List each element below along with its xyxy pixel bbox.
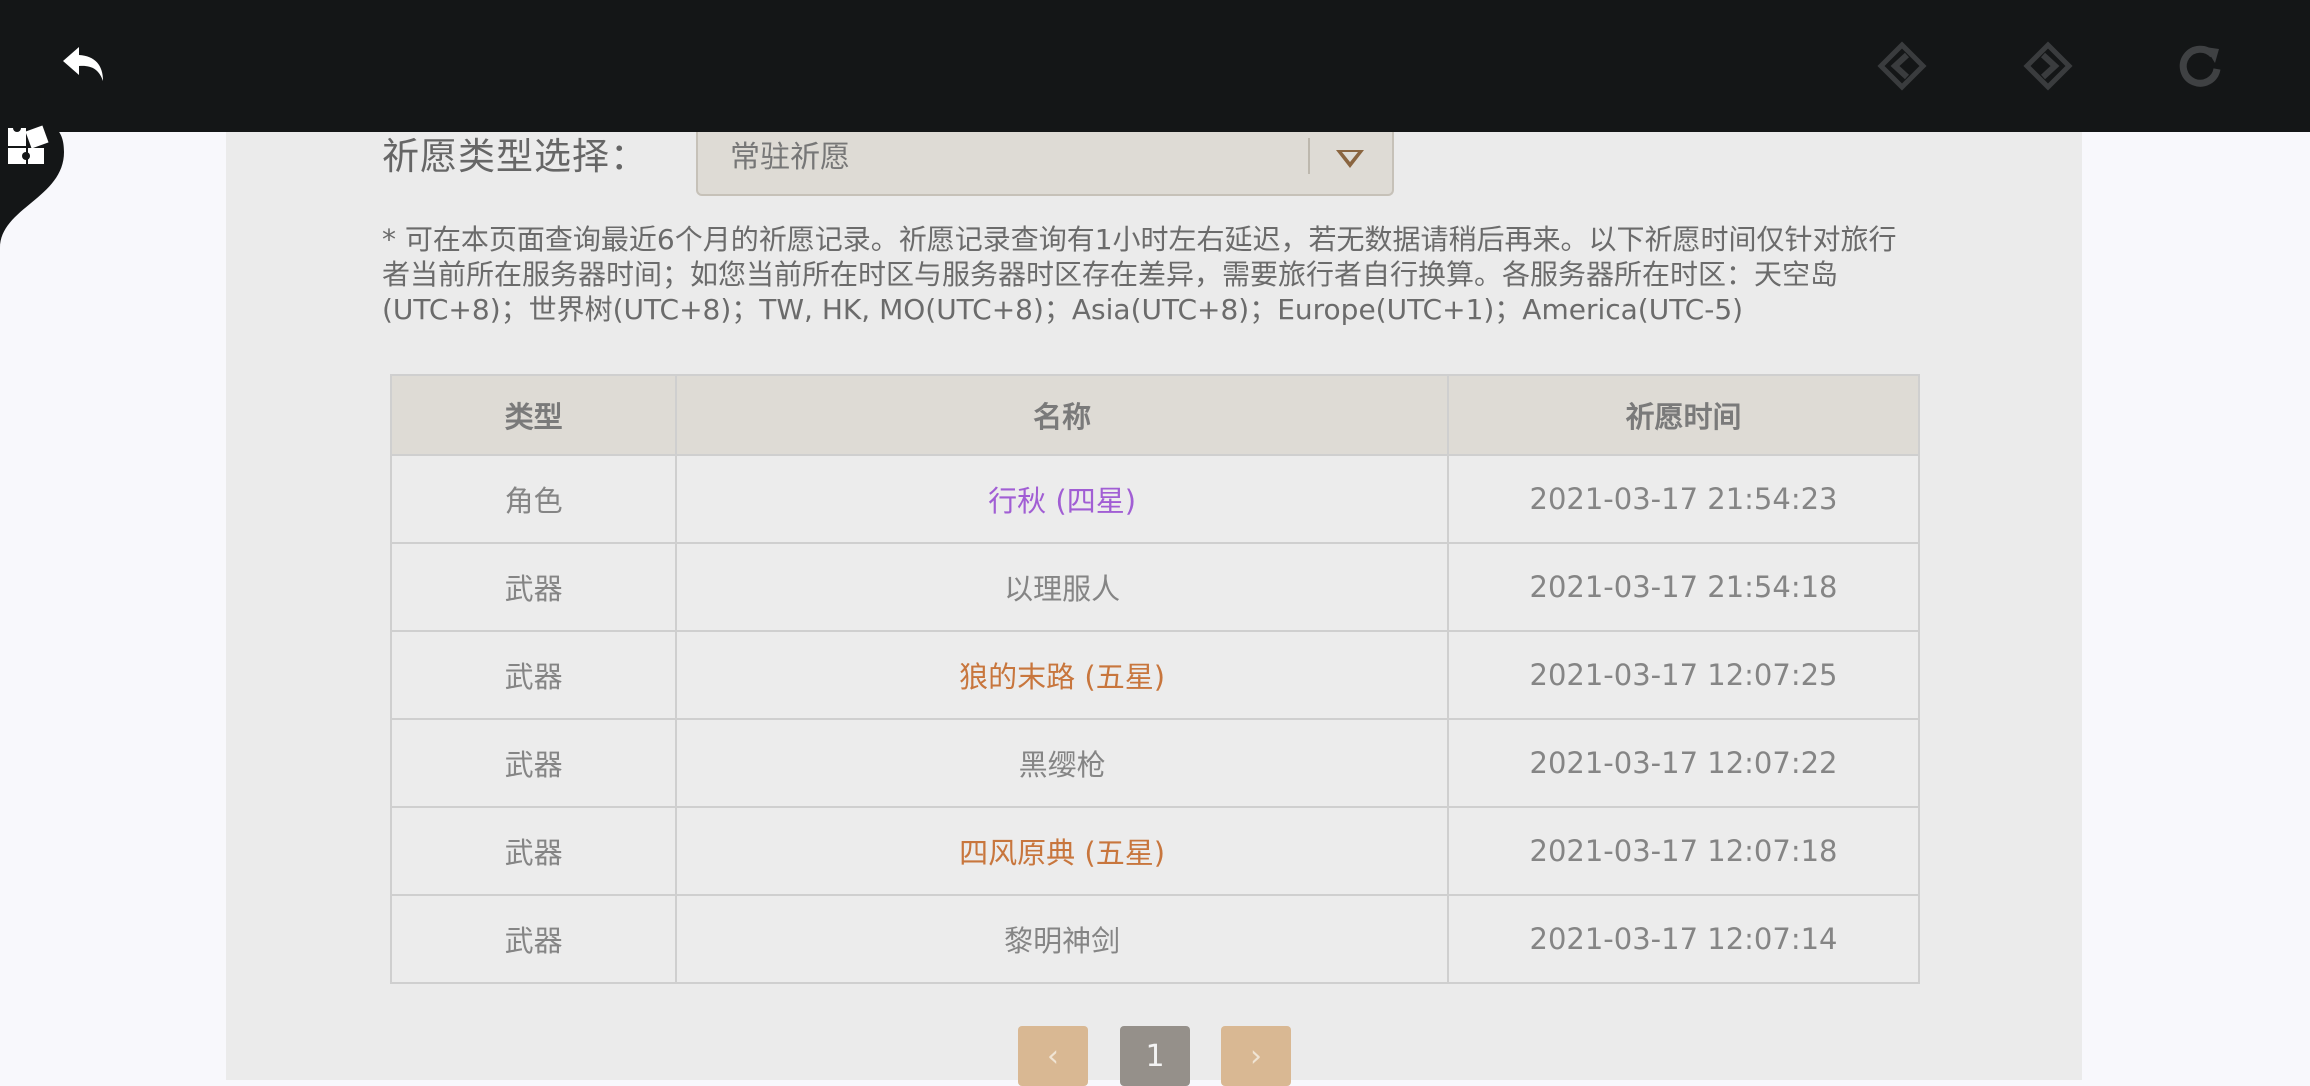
prev-page-link[interactable]: ‹ [1018, 1026, 1088, 1086]
cell-type: 武器 [389, 630, 678, 720]
table-row: 角色 行秋 (四星) 2021-03-17 21:54:23 [389, 454, 1920, 544]
cell-time: 2021-03-17 12:07:14 [1447, 894, 1920, 984]
table-row: 武器 黑缨枪 2021-03-17 12:07:22 [389, 718, 1920, 808]
cell-type: 武器 [389, 806, 678, 896]
header-name: 名称 [675, 374, 1449, 456]
wish-record-notice: * 可在本页面查询最近6个月的祈愿记录。祈愿记录查询有1小时左右延迟，若无数据请… [382, 223, 1897, 326]
side-tab-shape [0, 88, 64, 248]
reload-button[interactable] [2168, 34, 2232, 98]
cell-name: 狼的末路 (五星) [675, 630, 1449, 720]
cell-time: 2021-03-17 21:54:18 [1447, 542, 1920, 632]
cell-name: 行秋 (四星) [675, 454, 1449, 544]
cell-time: 2021-03-17 12:07:18 [1447, 806, 1920, 896]
chevron-down-icon [1336, 150, 1364, 168]
browser-toolbar [0, 0, 2310, 132]
cell-name: 以理服人 [675, 542, 1449, 632]
cell-name: 黑缨枪 [675, 718, 1449, 808]
table-row: 武器 黎明神剑 2021-03-17 12:07:14 [389, 894, 1920, 984]
table-row: 武器 狼的末路 (五星) 2021-03-17 12:07:25 [389, 630, 1920, 720]
next-page-link[interactable]: › [1221, 1026, 1291, 1086]
cell-type: 武器 [389, 894, 678, 984]
wish-records-table: 类型 名称 祈愿时间 角色 行秋 (四星) 2021-03-17 21:54:2… [389, 374, 1920, 984]
cell-type: 武器 [389, 542, 678, 632]
cell-type: 武器 [389, 718, 678, 808]
cell-name: 四风原典 (五星) [675, 806, 1449, 896]
next-page-button[interactable] [2016, 34, 2080, 98]
refresh-icon [2179, 45, 2221, 87]
table-row: 武器 四风原典 (五星) 2021-03-17 12:07:18 [389, 806, 1920, 896]
header-time: 祈愿时间 [1447, 374, 1920, 456]
diamond-left-icon [1877, 41, 1927, 91]
undo-arrow-icon [63, 47, 103, 81]
header-type: 类型 [389, 374, 678, 456]
table-row: 武器 以理服人 2021-03-17 21:54:18 [389, 542, 1920, 632]
wish-type-selected-value: 常驻祈愿 [730, 140, 850, 175]
wish-type-label: 祈愿类型选择： [382, 135, 648, 178]
cell-type: 角色 [389, 454, 678, 544]
select-divider [1308, 138, 1310, 174]
cell-time: 2021-03-17 12:07:25 [1447, 630, 1920, 720]
cell-time: 2021-03-17 21:54:23 [1447, 454, 1920, 544]
page-number-current[interactable]: 1 [1120, 1026, 1190, 1086]
cell-name: 黎明神剑 [675, 894, 1449, 984]
cell-time: 2021-03-17 12:07:22 [1447, 718, 1920, 808]
table-header-row: 类型 名称 祈愿时间 [389, 374, 1920, 456]
diamond-right-icon [2023, 41, 2073, 91]
plugin-side-tab[interactable] [0, 88, 64, 248]
prev-page-button[interactable] [1870, 34, 1934, 98]
